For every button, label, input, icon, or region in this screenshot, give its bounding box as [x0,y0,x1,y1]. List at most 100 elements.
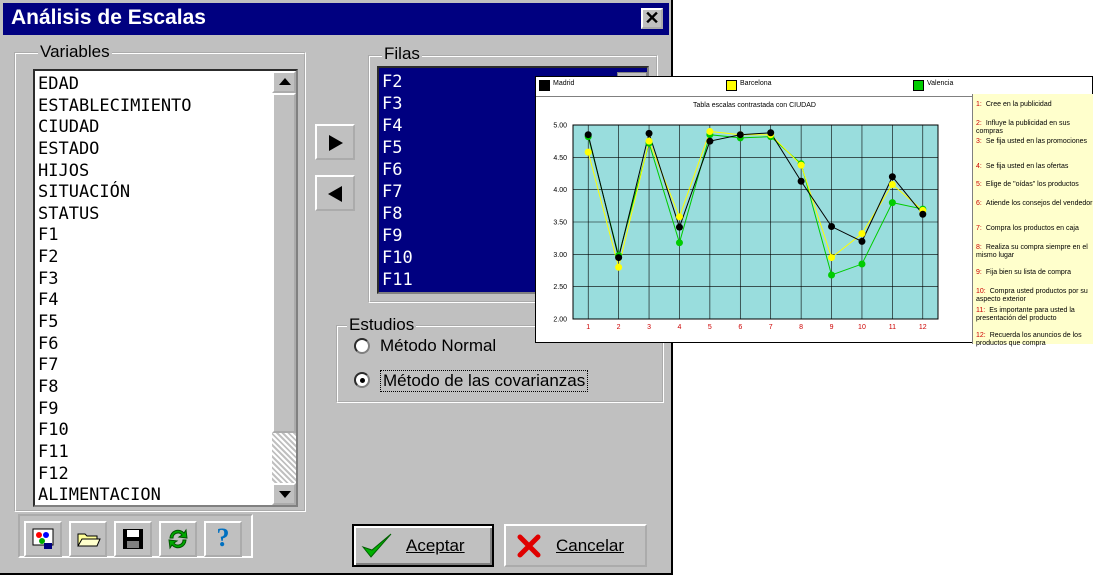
description-item: 8: Realiza su compra siempre en el mismo … [976,244,1093,260]
fila-item[interactable]: F11 [382,269,413,291]
data-point-madrid [584,131,592,139]
y-tick-label: 2.50 [553,284,567,291]
arrow-left-icon [328,186,342,202]
variable-item[interactable]: F3 [38,269,268,291]
variable-item[interactable]: STATUS [38,204,268,226]
x-tick-label: 8 [799,324,803,331]
variable-item[interactable]: F11 [38,442,268,464]
data-point-madrid [919,210,927,218]
x-tick-label: 2 [617,324,621,331]
scroll-up-button[interactable] [272,71,296,93]
variable-item[interactable]: SITUACIÓN [38,182,268,204]
fila-item[interactable]: F5 [382,137,413,159]
scroll-thumb[interactable] [272,93,296,433]
paint-button[interactable] [24,521,62,557]
variable-item[interactable]: F8 [38,377,268,399]
data-point-barcelona [706,127,714,135]
variables-listbox[interactable]: EDAD ESTABLECIMIENTO CIUDAD ESTADO HIJOS SITU… [33,69,298,507]
description-number: 3: [976,138,982,145]
x-tick-label: 12 [919,324,927,331]
data-point-barcelona [858,230,866,238]
data-point-madrid [615,254,623,262]
data-point-madrid [797,177,805,185]
description-item: 12: Recuerda los anuncios de los producto… [976,332,1093,348]
variable-item[interactable]: F6 [38,334,268,356]
arrow-right-icon [329,135,343,151]
variables-label: Variables [38,42,112,61]
data-point-madrid [767,129,775,137]
data-point-valencia [828,271,836,279]
close-icon: ✕ [644,8,660,28]
x-tick-label: 5 [708,324,712,331]
description-text: Cree en la publicidad [985,101,1052,108]
description-item: 5: Elige de "oídas" los productos [976,181,1093,189]
fila-item[interactable]: F3 [382,93,413,115]
description-item: 3: Se fija usted en las promociones [976,138,1093,146]
data-point-madrid [706,137,714,145]
data-point-valencia [675,239,683,247]
description-item: 4: Se fija usted en las ofertas [976,163,1093,171]
description-text: Compra usted productos por su aspecto ex… [976,288,1088,303]
move-right-button[interactable] [315,124,355,160]
description-text: Realiza su compra siempre en el mismo lu… [976,244,1088,259]
fila-item[interactable]: F7 [382,181,413,203]
data-point-madrid [675,223,683,231]
description-text: Recuerda los anuncios de los productos q… [976,332,1082,347]
variable-item[interactable]: F7 [38,355,268,377]
cancelar-button[interactable]: Cancelar [504,524,647,567]
data-point-valencia [858,260,866,268]
move-left-button[interactable] [315,175,355,211]
close-button[interactable]: ✕ [641,8,663,29]
variables-scrollbar[interactable] [272,71,296,505]
chart-window[interactable]: Madrid Barcelona Valencia Tabla escalas … [535,76,1093,347]
fila-item[interactable]: F2 [382,71,413,93]
description-panel: 1: Cree en la publicidad 2: Influye la publ… [972,94,1093,347]
fila-item[interactable]: F6 [382,159,413,181]
variable-item[interactable]: HIJOS [38,161,268,183]
fila-item[interactable]: F4 [382,115,413,137]
variable-item[interactable]: F9 [38,399,268,421]
refresh-button[interactable] [159,521,197,557]
variable-item[interactable]: F4 [38,290,268,312]
variable-item[interactable]: CIUDAD [38,117,268,139]
fila-item[interactable]: F8 [382,203,413,225]
y-tick-label: 3.50 [553,220,567,227]
data-point-barcelona [675,213,683,221]
y-tick-label: 5.00 [553,123,567,130]
scroll-track[interactable] [272,433,296,483]
data-point-barcelona [584,148,592,156]
data-point-valencia [888,199,896,207]
scroll-down-button[interactable] [272,483,296,505]
description-number: 10: [976,288,986,295]
title-bar[interactable]: Análisis de Escalas ✕ [3,3,669,35]
tool-bar: ? [18,514,253,558]
variable-item[interactable]: F5 [38,312,268,334]
save-button[interactable] [114,521,152,557]
variable-item[interactable]: F12 [38,464,268,486]
fila-item[interactable]: F10 [382,247,413,269]
open-button[interactable] [69,521,107,557]
aceptar-button[interactable]: Aceptar [352,524,494,567]
variable-item[interactable]: F1 [38,225,268,247]
description-text: Elige de "oídas" los productos [985,181,1079,188]
arrow-down-icon [279,491,291,498]
variable-item[interactable]: ESTABLECIMIENTO [38,96,268,118]
fila-item[interactable]: F9 [382,225,413,247]
variable-item[interactable]: EDAD [38,74,268,96]
radio-metodo-covarianzas[interactable] [354,372,370,388]
description-text: Se fija usted en las promociones [985,138,1088,145]
radio-label-covarianzas: Método de las covarianzas [380,370,589,392]
data-point-madrid [828,223,836,231]
radio-selected-dot [360,378,365,383]
variable-item[interactable]: ESTADO [38,139,268,161]
variable-item[interactable]: F10 [38,420,268,442]
variable-item[interactable]: F2 [38,247,268,269]
variable-item[interactable]: ALIMENTACION [38,485,268,505]
y-tick-label: 4.00 [553,187,567,194]
help-button[interactable]: ? [204,521,242,557]
estudios-label: Estudios [347,315,417,334]
filas-label: Filas [382,44,422,63]
radio-metodo-normal[interactable] [354,338,370,354]
refresh-icon [168,528,188,550]
description-item: 2: Influye la publicidad en sus compras [976,120,1093,136]
